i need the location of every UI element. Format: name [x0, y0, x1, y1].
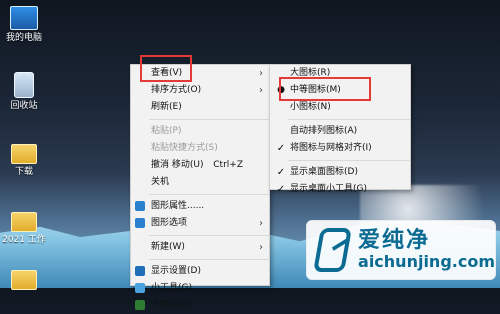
watermark-url: aichunjing.com	[358, 252, 495, 271]
checkmark-icon: ✓	[276, 167, 286, 178]
computer-icon	[10, 6, 38, 30]
desktop-icon-2021-work[interactable]: 2021 工作	[2, 210, 46, 245]
highlight-view	[140, 55, 192, 82]
menu-item-label: 显示桌面图标(D)	[290, 167, 358, 177]
menu-item-label: 自动排列图标(A)	[290, 126, 358, 136]
menu-item-label: 排序方式(O)	[151, 85, 202, 95]
folder-icon	[11, 212, 37, 232]
chevron-right-icon: ›	[259, 68, 263, 79]
desktop-context-menu: 查看(V) › 排序方式(O) › 刷新(E) 粘贴(P) 粘贴快捷方式(S) …	[130, 64, 270, 310]
chevron-right-icon: ›	[259, 218, 263, 229]
watermark-text: 爱纯净 aichunjing.com	[358, 229, 495, 271]
watermark: 爱纯净 aichunjing.com	[306, 220, 496, 280]
menu-item-label: 将图标与网格对齐(I)	[290, 143, 372, 153]
menu-item-label: 粘贴快捷方式(S)	[151, 143, 218, 153]
display-icon	[135, 266, 145, 276]
desktop-icon-label: 回收站	[10, 101, 38, 111]
menu-item-label: 新建(W)	[151, 242, 185, 252]
desktop-icon-partial[interactable]	[2, 268, 46, 293]
menu-item-label: 粘贴(P)	[151, 126, 182, 136]
menu-separator	[149, 235, 269, 236]
menu-item-label: 小工具(G)	[151, 283, 192, 293]
menu-item-label: 撤消 移动(U)	[151, 160, 204, 170]
menu-item-label: 个性化(R)	[151, 300, 192, 310]
menu-separator	[149, 259, 269, 260]
menu-separator	[149, 194, 269, 195]
desktop-icon-downloads[interactable]: 下载	[2, 142, 46, 177]
menu-item-paste-shortcut: 粘贴快捷方式(S)	[131, 140, 269, 157]
highlight-medium-icons	[279, 77, 371, 101]
menu-item-sort[interactable]: 排序方式(O) ›	[131, 82, 269, 99]
menu-separator	[288, 160, 410, 161]
submenu-item-auto-arrange[interactable]: 自动排列图标(A)	[270, 123, 410, 140]
graphics-icon	[135, 201, 145, 211]
menu-item-graphics-options[interactable]: 图形选项 ›	[131, 215, 269, 232]
recycle-bin-icon	[14, 72, 34, 98]
menu-item-label: 图形选项	[151, 218, 188, 228]
menu-item-shutdown[interactable]: 关机	[131, 174, 269, 191]
shortcut-text: Ctrl+Z	[213, 160, 243, 170]
submenu-item-show-desktop-icons[interactable]: ✓ 显示桌面图标(D)	[270, 164, 410, 181]
submenu-item-show-gadgets[interactable]: ✓ 显示桌面小工具(G)	[270, 181, 410, 198]
chevron-right-icon: ›	[259, 242, 263, 253]
watermark-cn: 爱纯净	[358, 228, 431, 253]
submenu-item-align-to-grid[interactable]: ✓ 将图标与网格对齐(I)	[270, 140, 410, 157]
menu-item-label: 显示桌面小工具(G)	[290, 184, 367, 194]
desktop-icon-label: 2021 工作	[2, 235, 46, 245]
menu-item-paste: 粘贴(P)	[131, 123, 269, 140]
menu-item-label: 刷新(E)	[151, 102, 182, 112]
desktop-icon-label: 下载	[14, 167, 33, 177]
graphics-icon	[135, 218, 145, 228]
menu-item-label: 显示设置(D)	[151, 266, 201, 276]
personalize-icon	[135, 300, 145, 310]
menu-item-display-settings[interactable]: 显示设置(D)	[131, 263, 269, 280]
menu-item-new[interactable]: 新建(W) ›	[131, 239, 269, 256]
menu-item-label: 小图标(N)	[290, 102, 331, 112]
logo-icon	[313, 228, 352, 272]
menu-item-refresh[interactable]: 刷新(E)	[131, 99, 269, 116]
menu-separator	[149, 119, 269, 120]
checkmark-icon: ✓	[276, 184, 286, 195]
checkmark-icon: ✓	[276, 143, 286, 154]
desktop-icon-label: 我的电脑	[5, 33, 42, 43]
menu-item-undo-move[interactable]: 撤消 移动(U) Ctrl+Z	[131, 157, 269, 174]
menu-item-gadgets[interactable]: 小工具(G)	[131, 280, 269, 297]
folder-icon	[11, 270, 37, 290]
submenu-item-small-icons[interactable]: 小图标(N)	[270, 99, 410, 116]
menu-item-label: 图形属性......	[151, 201, 205, 211]
gadgets-icon	[135, 283, 145, 293]
menu-separator	[288, 119, 410, 120]
menu-item-personalize[interactable]: 个性化(R)	[131, 297, 269, 314]
menu-item-label: 关机	[151, 177, 170, 187]
chevron-right-icon: ›	[259, 85, 263, 96]
menu-item-graphics-properties[interactable]: 图形属性......	[131, 198, 269, 215]
desktop-icon-recycle-bin[interactable]: 回收站	[2, 72, 46, 111]
desktop-icon-my-computer[interactable]: 我的电脑	[2, 6, 46, 43]
folder-icon	[11, 144, 37, 164]
